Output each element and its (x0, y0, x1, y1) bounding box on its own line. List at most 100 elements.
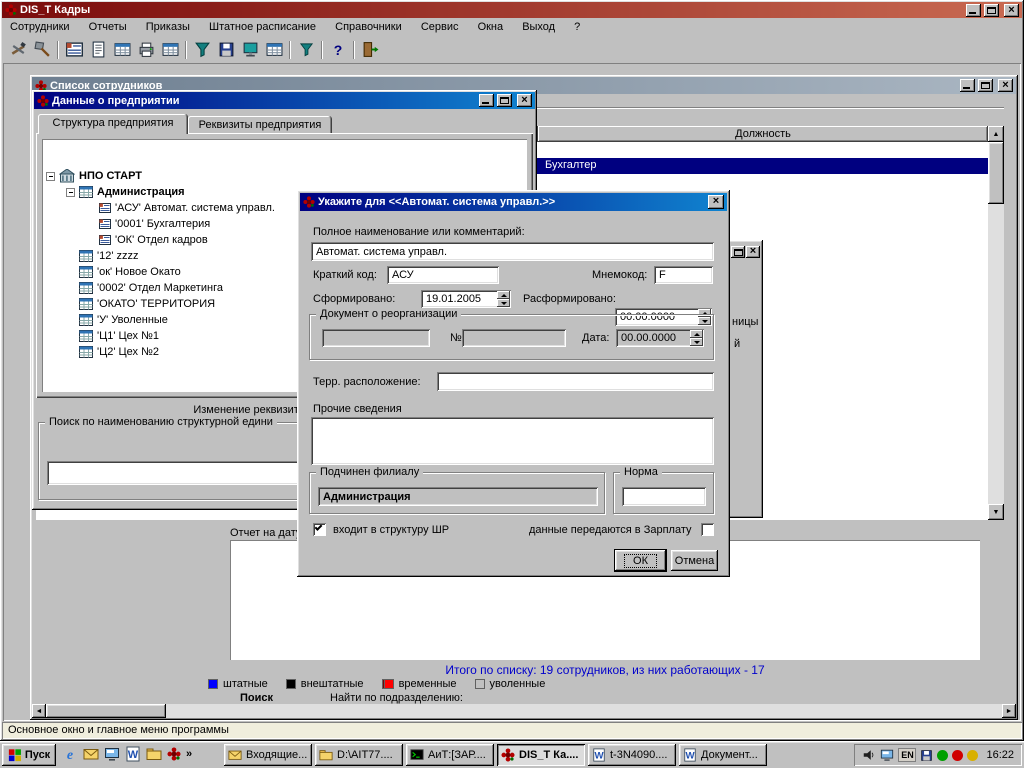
volume-icon[interactable] (862, 748, 876, 762)
toolbar-grid-button[interactable] (262, 39, 286, 61)
full-name-input[interactable]: Автомат. система управл. (311, 242, 714, 261)
minimize-button[interactable] (966, 3, 981, 17)
restore-button[interactable] (978, 79, 993, 92)
tree-item-novoe-okato[interactable]: 'ок' Новое Окато (79, 264, 181, 280)
close-button[interactable]: × (1004, 3, 1019, 17)
scroll-up-button[interactable]: ▲ (988, 126, 1004, 142)
quicklaunch-mail-icon[interactable] (83, 746, 99, 762)
other-info-textarea[interactable] (311, 417, 714, 465)
minimize-button[interactable] (960, 79, 975, 92)
collapse-icon[interactable] (46, 171, 55, 181)
close-button[interactable]: × (517, 94, 532, 107)
salary-transfer-checkbox[interactable] (701, 523, 714, 536)
cancel-button[interactable]: Отмена (671, 550, 718, 571)
toolbar-list-button[interactable] (86, 39, 110, 61)
language-indicator[interactable]: EN (898, 748, 917, 762)
app-titlebar[interactable]: DIS_T Кадры × (2, 2, 1022, 18)
company-data-titlebar[interactable]: Данные о предприятии × (34, 92, 535, 109)
toolbar-filter-button[interactable] (190, 39, 214, 61)
close-button[interactable]: × (998, 79, 1013, 92)
collapse-icon[interactable] (66, 187, 75, 197)
tree-item-uvolennye[interactable]: 'У' Уволенные (79, 312, 168, 328)
tree-item-otdel-marketinga[interactable]: '0002' Отдел Маркетинга (79, 280, 223, 296)
toolbar-save-button[interactable] (214, 39, 238, 61)
shield-icon[interactable] (937, 749, 949, 761)
menu-item-staffing[interactable]: Штатное расписание (201, 19, 324, 36)
tree-item-okato-territoria[interactable]: 'ОКАТО' ТЕРРИТОРИЯ (79, 296, 215, 312)
menu-item-orders[interactable]: Приказы (138, 19, 198, 36)
task-word-doc-1[interactable]: t-3N4090.... (588, 744, 676, 766)
display-icon[interactable] (880, 748, 894, 762)
tab-requisites[interactable]: Реквизиты предприятия (188, 116, 332, 134)
quicklaunch-word-icon[interactable] (125, 746, 141, 762)
scrollbar-thumb[interactable] (46, 704, 166, 718)
task-folder-ait77[interactable]: D:\AIT77.... (315, 744, 403, 766)
menu-item-help[interactable]: ? (566, 19, 588, 36)
menu-item-service[interactable]: Сервис (413, 19, 467, 36)
date-spinner[interactable] (690, 330, 703, 346)
task-inbox[interactable]: Входящие... (224, 744, 312, 766)
close-button[interactable]: × (708, 195, 724, 209)
reorg-no-input[interactable] (462, 329, 566, 347)
quicklaunch-folder-icon[interactable] (146, 746, 162, 762)
reorg-date-input[interactable]: 00.00.0000 (616, 329, 704, 347)
horizontal-scrollbar[interactable]: ◄ ► (32, 704, 1016, 718)
norm-input[interactable] (622, 487, 706, 506)
mnemonic-input[interactable]: F (654, 266, 713, 284)
toolbar-report-button[interactable] (110, 39, 134, 61)
toolbar-tools-button[interactable] (6, 39, 30, 61)
toolbar-help-button[interactable]: ? (326, 39, 350, 61)
tab-structure[interactable]: Структура предприятия (38, 114, 188, 134)
ok-button[interactable]: ОК (614, 549, 667, 572)
date-spinner[interactable] (497, 291, 510, 307)
task-dist-kadry[interactable]: DIS_T Ка.... (497, 744, 585, 766)
menu-item-employees[interactable]: Сотрудники (2, 19, 78, 36)
toolbar-exit-button[interactable] (358, 39, 382, 61)
dialog-titlebar[interactable]: Укажите для <<Автомат. система управл.>>… (300, 193, 727, 211)
vertical-scrollbar[interactable]: ▲ ▼ (988, 126, 1004, 520)
column-header-position[interactable]: Должность (538, 126, 988, 142)
menu-item-exit[interactable]: Выход (514, 19, 563, 36)
status-red-icon[interactable] (952, 749, 964, 761)
toolbar-print-button[interactable] (134, 39, 158, 61)
scroll-right-button[interactable]: ► (1002, 704, 1016, 718)
quicklaunch-ie-icon[interactable] (62, 746, 78, 762)
quicklaunch-overflow-chevron[interactable]: » (186, 748, 192, 760)
scroll-left-button[interactable]: ◄ (32, 704, 46, 718)
scrollbar-thumb[interactable] (988, 142, 1004, 204)
territory-input[interactable] (437, 372, 714, 391)
tree-item-ceh-1[interactable]: 'Ц1' Цех №1 (79, 328, 159, 344)
tree-item-otdel-kadrov[interactable]: 'ОК' Отдел кадров (99, 232, 208, 248)
menu-item-reports[interactable]: Отчеты (81, 19, 135, 36)
toolbar-employee-card-button[interactable] (62, 39, 86, 61)
quicklaunch-app-icon[interactable] (167, 747, 181, 761)
status-yellow-icon[interactable] (967, 749, 979, 761)
toolbar-table-button[interactable] (158, 39, 182, 61)
reorg-doc-input[interactable] (322, 329, 430, 347)
start-button[interactable]: Пуск (2, 744, 56, 766)
disk-icon[interactable] (920, 749, 933, 762)
tree-item-administration[interactable]: Администрация (66, 184, 185, 200)
toolbar-axe-button[interactable] (30, 39, 54, 61)
shr-structure-checkbox[interactable] (313, 523, 326, 536)
toolbar-monitor-button[interactable] (238, 39, 262, 61)
maximize-button[interactable] (731, 246, 745, 258)
toolbar-filter2-button[interactable] (294, 39, 318, 61)
task-ait-zar[interactable]: АиТ:[ЗАР.... (406, 744, 494, 766)
tree-item-buhgalteria[interactable]: '0001' Бухгалтерия (99, 216, 210, 232)
tree-item-ceh-2[interactable]: 'Ц2' Цех №2 (79, 344, 159, 360)
short-code-input[interactable]: АСУ (387, 266, 499, 284)
tree-item-npo-start[interactable]: НПО СТАРТ (46, 168, 142, 184)
minimize-button[interactable] (479, 94, 494, 107)
close-button[interactable]: × (746, 246, 760, 258)
task-word-doc-2[interactable]: Документ... (679, 744, 767, 766)
formed-date-input[interactable]: 19.01.2005 (421, 290, 511, 308)
menu-item-directories[interactable]: Справочники (327, 19, 410, 36)
clock[interactable]: 16:22 (986, 749, 1014, 761)
quicklaunch-show-desktop-icon[interactable] (104, 746, 120, 762)
maximize-button[interactable] (984, 3, 999, 17)
tree-item-asu[interactable]: 'АСУ' Автомат. система управл. (99, 200, 275, 216)
menu-item-windows[interactable]: Окна (470, 19, 512, 36)
scroll-down-button[interactable]: ▼ (988, 504, 1004, 520)
tree-item-12-zzzz[interactable]: '12' zzzz (79, 248, 139, 264)
